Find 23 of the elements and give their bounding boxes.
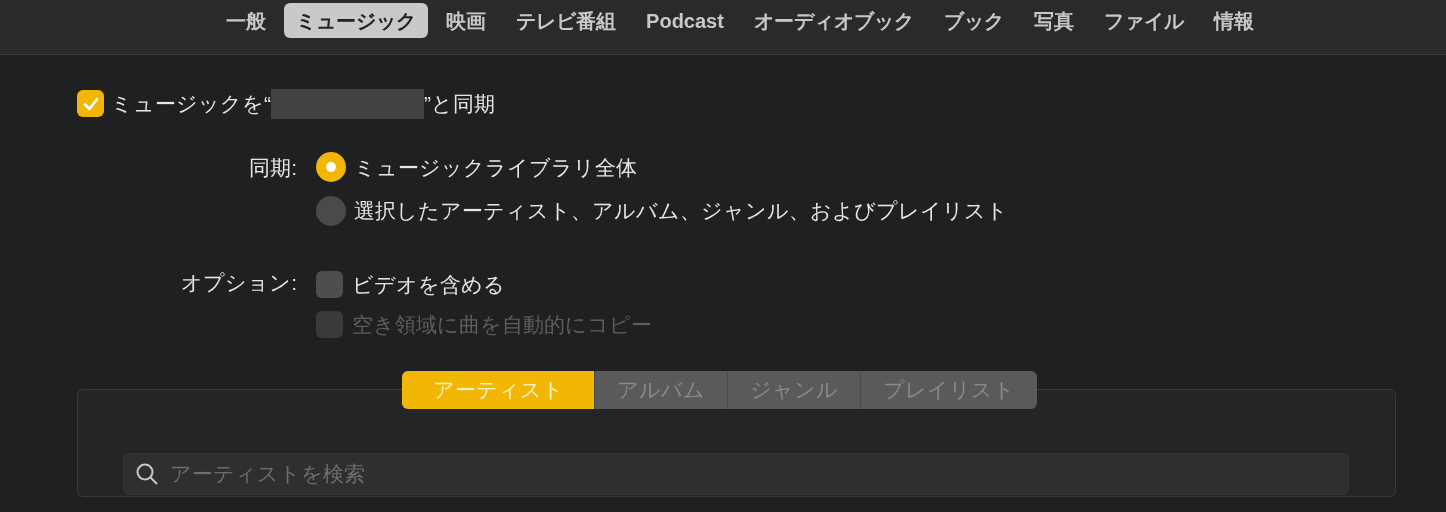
sync-label: ミュージックを“ xyxy=(111,91,271,117)
tab[interactable]: オーディオブック xyxy=(741,3,926,38)
tab[interactable]: 一般 xyxy=(214,3,279,38)
tab[interactable]: ブック xyxy=(931,3,1016,38)
sync-mode-label: 同期: xyxy=(248,154,298,181)
search-icon xyxy=(135,461,159,486)
tab[interactable]: 写真 xyxy=(1021,3,1086,38)
options-label: オプション: xyxy=(180,269,298,296)
checkbox[interactable] xyxy=(77,90,104,118)
tab[interactable]: 情報 xyxy=(1201,3,1266,38)
radio-button[interactable] xyxy=(316,195,346,226)
checkbox[interactable] xyxy=(316,270,343,298)
tab[interactable]: ファイル xyxy=(1091,3,1196,38)
tab[interactable]: テレビ番組 xyxy=(504,3,629,38)
tab[interactable]: ミュージック xyxy=(284,3,429,38)
tab[interactable]: 映画 xyxy=(434,3,499,38)
sync-label: ”と同期 xyxy=(424,91,495,117)
tab[interactable]: Podcast xyxy=(634,3,736,38)
radio-label: 選択したアーティスト、アルバム、ジャンル、およびプレイリスト xyxy=(354,198,1008,224)
checkbox-label: 空き領域に曲を自動的にコピー xyxy=(352,312,652,338)
checkbox-label: ビデオを含める xyxy=(352,271,505,298)
radio-button[interactable] xyxy=(316,152,346,183)
radio-label: ミュージックライブラリ全体 xyxy=(354,154,637,181)
